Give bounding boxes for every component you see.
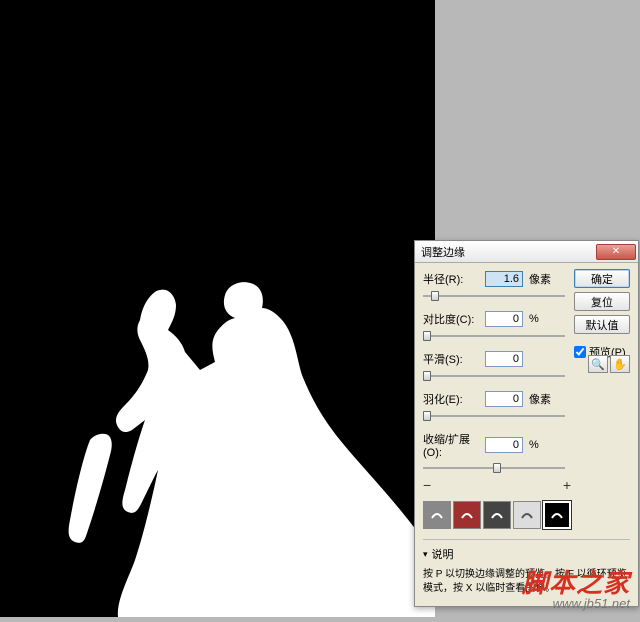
radius-label: 半径(R): [423, 271, 485, 287]
ok-button[interactable]: 确定 [574, 269, 630, 288]
expand-label: 收缩/扩展(O): [423, 431, 485, 459]
canvas-mask-preview [0, 0, 435, 617]
hand-tool-icon[interactable]: ✋ [610, 355, 630, 373]
feather-slider[interactable] [423, 409, 571, 423]
smooth-input[interactable] [485, 351, 523, 367]
feather-label: 羽化(E): [423, 391, 485, 407]
watermark-cn: 脚本之家 [522, 563, 630, 600]
zoom-tool-icon[interactable]: 🔍 [588, 355, 608, 373]
contrast-label: 对比度(C): [423, 311, 485, 327]
silhouette-image [0, 0, 435, 617]
preview-mode-standard[interactable] [423, 501, 451, 529]
preview-mode-thumbnails [423, 501, 630, 529]
close-button[interactable]: ✕ [596, 244, 636, 260]
feather-row: 羽化(E): 像素 [423, 391, 571, 407]
smooth-row: 平滑(S): [423, 351, 571, 367]
radius-row: 半径(R): 像素 [423, 271, 571, 287]
refine-edge-dialog: 调整边缘 ✕ 确定 复位 默认值 预览(P) 🔍 ✋ 半径(R): 像素 对 [414, 240, 639, 607]
reset-button[interactable]: 复位 [574, 292, 630, 311]
preview-mode-black[interactable] [483, 501, 511, 529]
preview-checkbox[interactable] [574, 346, 586, 358]
contrast-unit: % [529, 313, 539, 325]
expand-input[interactable] [485, 437, 523, 453]
dialog-title: 调整边缘 [421, 244, 465, 260]
radius-unit: 像素 [529, 271, 551, 287]
dialog-titlebar[interactable]: 调整边缘 ✕ [415, 241, 638, 263]
minus-icon: − [423, 477, 431, 493]
description-label: 说明 [432, 546, 454, 562]
plus-icon: + [563, 477, 571, 493]
contrast-row: 对比度(C): % [423, 311, 571, 327]
feather-unit: 像素 [529, 391, 551, 407]
watermark: 脚本之家 www.jb51.net [522, 563, 630, 611]
feather-input[interactable] [485, 391, 523, 407]
expand-plusminus: − + [423, 477, 571, 493]
preview-mode-overlay[interactable] [453, 501, 481, 529]
expand-slider[interactable] [423, 461, 571, 475]
contrast-slider[interactable] [423, 329, 571, 343]
default-button[interactable]: 默认值 [574, 315, 630, 334]
radius-slider[interactable] [423, 289, 571, 303]
smooth-label: 平滑(S): [423, 351, 485, 367]
preview-mode-mask[interactable] [543, 501, 571, 529]
expand-unit: % [529, 439, 539, 451]
chevron-down-icon: ▾ [423, 549, 428, 560]
expand-row: 收缩/扩展(O): % [423, 431, 571, 459]
preview-mode-white[interactable] [513, 501, 541, 529]
radius-input[interactable] [485, 271, 523, 287]
smooth-slider[interactable] [423, 369, 571, 383]
contrast-input[interactable] [485, 311, 523, 327]
description-toggle[interactable]: ▾ 说明 [423, 546, 630, 562]
